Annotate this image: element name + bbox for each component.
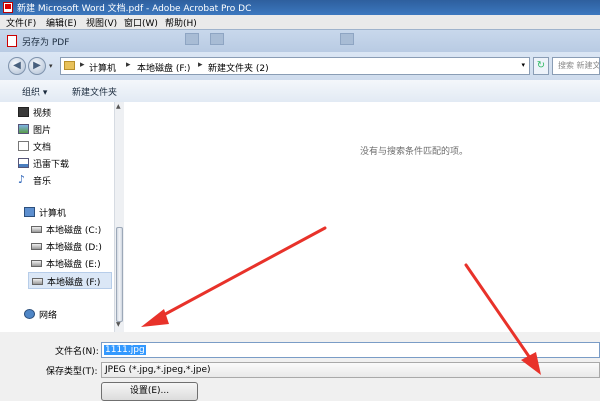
nav-item-label: 视频 <box>33 109 52 119</box>
address-dropdown-icon[interactable]: ▾ <box>521 61 525 69</box>
organize-button[interactable]: 组织 ▾ <box>22 85 47 98</box>
drive-icon <box>32 278 43 285</box>
breadcrumb-drive[interactable]: 本地磁盘 (F:) <box>137 61 190 74</box>
nav-item-label: 音乐 <box>33 177 52 187</box>
search-input[interactable]: 搜索 新建文件夹 <box>552 57 600 75</box>
save-options: 文件名(N): 1111.jpg 保存类型(T): JPEG (*.jpg,*.… <box>0 332 600 401</box>
refresh-icon[interactable]: ↻ <box>533 57 549 75</box>
toolbar-icon <box>210 33 224 45</box>
network-icon <box>24 309 35 319</box>
document-icon <box>18 141 29 151</box>
menu-view[interactable]: 视图(V) <box>86 16 117 29</box>
scroll-up-icon[interactable]: ▲ <box>116 103 121 110</box>
nav-item-drive-f[interactable]: 本地磁盘 (F:) <box>28 272 112 289</box>
filename-value: 1111.jpg <box>104 345 146 355</box>
nav-item-label: 本地磁盘 (D:) <box>46 243 102 253</box>
file-list-pane[interactable]: 没有与搜索条件匹配的项。 <box>124 102 600 362</box>
app-title: 新建 Microsoft Word 文档.pdf - Adobe Acrobat… <box>17 4 252 14</box>
nav-item-label: 本地磁盘 (C:) <box>46 226 102 236</box>
settings-button[interactable]: 设置(E)... <box>101 382 198 401</box>
folder-icon <box>64 61 75 70</box>
filename-field[interactable]: 1111.jpg <box>101 342 600 358</box>
filename-label: 文件名(N): <box>55 347 99 357</box>
filetype-value: JPEG (*.jpg,*.jpeg,*.jpe) <box>105 365 211 375</box>
command-bar: 组织 ▾ 新建文件夹 <box>0 80 600 103</box>
menu-bar: 文件(F) 编辑(E) 视图(V) 窗口(W) 帮助(H) <box>0 15 600 30</box>
drive-icon <box>31 260 42 267</box>
nav-item-label: 文档 <box>33 143 52 153</box>
menu-window[interactable]: 窗口(W) <box>124 16 158 29</box>
breadcrumb-separator-icon: ▸ <box>126 60 131 70</box>
recent-dropdown-icon[interactable]: ▾ <box>49 62 53 70</box>
breadcrumb-separator-icon: ▸ <box>198 60 203 70</box>
drive-icon <box>31 243 42 250</box>
dialog-title: 另存为 PDF <box>22 38 70 48</box>
menu-file[interactable]: 文件(F) <box>6 16 36 29</box>
new-folder-button[interactable]: 新建文件夹 <box>72 85 117 98</box>
app-title-bar: 新建 Microsoft Word 文档.pdf - Adobe Acrobat… <box>0 0 600 15</box>
filetype-select[interactable]: JPEG (*.jpg,*.jpeg,*.jpe) <box>101 362 600 378</box>
music-icon: ♪ <box>18 173 26 186</box>
download-icon <box>18 158 29 168</box>
nav-item-label: 网络 <box>39 311 58 321</box>
breadcrumb-folder[interactable]: 新建文件夹 (2) <box>208 61 269 74</box>
toolbar-icon <box>185 33 199 45</box>
nav-item-label: 计算机 <box>39 209 67 219</box>
filetype-label: 保存类型(T): <box>46 367 98 377</box>
drive-icon <box>31 226 42 233</box>
nav-item-label: 图片 <box>33 126 52 136</box>
breadcrumb-computer[interactable]: 计算机 <box>89 61 116 74</box>
save-dialog: 另存为 PDF ◀ ▶ ▾ ▸ 计算机 ▸ 本地磁盘 (F:) ▸ 新建文件夹 … <box>0 29 600 401</box>
video-icon <box>18 107 29 117</box>
nav-scrollbar[interactable]: ▲ ▼ <box>114 102 124 332</box>
breadcrumb-separator-icon: ▸ <box>80 60 85 70</box>
pdf-icon <box>7 35 17 47</box>
scroll-down-icon[interactable]: ▼ <box>116 321 121 328</box>
forward-button[interactable]: ▶ <box>28 57 46 75</box>
nav-item-label: 本地磁盘 (E:) <box>46 260 101 270</box>
scroll-thumb[interactable] <box>116 227 123 322</box>
computer-icon <box>24 207 35 217</box>
dialog-title-bar: 另存为 PDF <box>0 30 600 52</box>
address-bar[interactable]: ▸ 计算机 ▸ 本地磁盘 (F:) ▸ 新建文件夹 (2) ▾ <box>60 57 530 75</box>
menu-help[interactable]: 帮助(H) <box>165 16 197 29</box>
address-row: ◀ ▶ ▾ ▸ 计算机 ▸ 本地磁盘 (F:) ▸ 新建文件夹 (2) ▾ ↻ … <box>0 52 600 80</box>
menu-edit[interactable]: 编辑(E) <box>46 16 77 29</box>
toolbar-icon <box>340 33 354 45</box>
empty-message: 没有与搜索条件匹配的项。 <box>360 147 469 157</box>
picture-icon <box>18 124 29 134</box>
back-button[interactable]: ◀ <box>8 57 26 75</box>
navigation-pane: 视频 图片 文档 迅雷下载 ♪ 音乐 计算机 本地磁盘 (C:) 本地磁盘 (D <box>0 102 114 332</box>
nav-item-label: 迅雷下载 <box>33 160 70 170</box>
pdf-icon <box>3 2 13 13</box>
nav-item-label: 本地磁盘 (F:) <box>47 278 101 288</box>
